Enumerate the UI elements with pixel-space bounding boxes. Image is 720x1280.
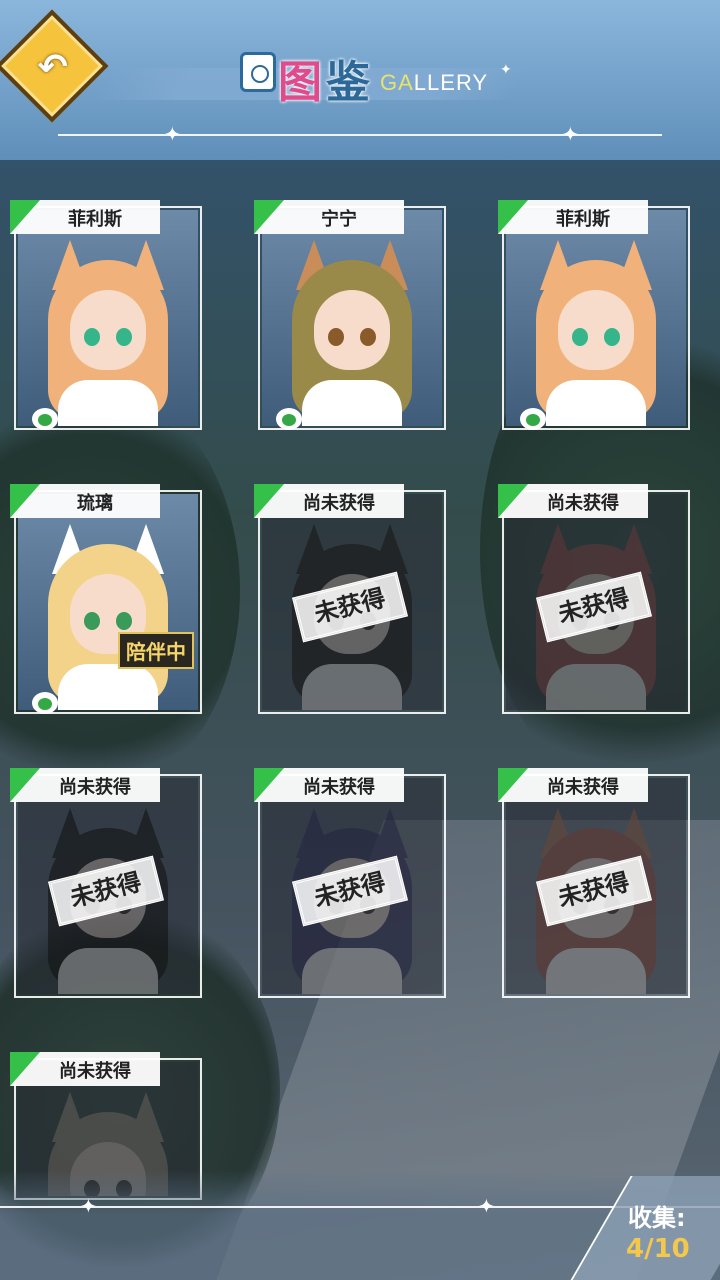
paw-icon xyxy=(520,408,546,430)
character-name-tag: 菲利斯 xyxy=(10,200,160,234)
character-name-tag: 菲利斯 xyxy=(498,200,648,234)
sparkle-icon: ✦ xyxy=(80,1194,97,1218)
paw-icon xyxy=(276,408,302,430)
gallery-book-icon xyxy=(240,52,276,92)
character-portrait xyxy=(262,210,442,426)
page-title-char-2: 鉴 xyxy=(326,57,370,108)
gallery-card[interactable]: 菲利斯 xyxy=(10,198,206,430)
character-portrait xyxy=(18,210,198,426)
character-name-tag: 尚未获得 xyxy=(254,484,404,518)
companion-badge: 陪伴中 xyxy=(118,632,194,669)
gallery-card[interactable]: 尚未获得 未获得 xyxy=(254,482,450,714)
character-portrait xyxy=(18,494,198,710)
page-title-en: GALLERY xyxy=(380,70,489,95)
sparkle-icon: ✦ xyxy=(164,122,181,146)
sparkle-icon: ✦ xyxy=(562,122,579,146)
collection-label: 收集: xyxy=(628,1204,686,1232)
gallery-card[interactable]: 菲利斯 xyxy=(498,198,694,430)
character-name-tag: 尚未获得 xyxy=(498,484,648,518)
character-name-tag: 尚未获得 xyxy=(254,768,404,802)
character-name-tag: 尚未获得 xyxy=(498,768,648,802)
page-title-char-1: 图 xyxy=(278,57,322,108)
gallery-card[interactable]: 尚未获得 未获得 xyxy=(498,766,694,998)
character-name-tag: 宁宁 xyxy=(254,200,404,234)
gallery-card[interactable]: 尚未获得 未获得 xyxy=(10,766,206,998)
character-portrait xyxy=(506,210,686,426)
character-name-tag: 尚未获得 xyxy=(10,768,160,802)
gallery-card[interactable]: 尚未获得 未获得 xyxy=(254,766,450,998)
sparkle-icon: ✦ xyxy=(478,1194,495,1218)
sparkle-icon: ✦ xyxy=(500,62,512,78)
character-name-tag: 尚未获得 xyxy=(10,1052,160,1086)
gallery-card[interactable]: 尚未获得 未获得 xyxy=(498,482,694,714)
gallery-card[interactable]: 宁宁 xyxy=(254,198,450,430)
collection-count: 4/10 xyxy=(626,1234,690,1264)
gallery-card[interactable]: 琉璃陪伴中 xyxy=(10,482,206,714)
paw-icon xyxy=(32,408,58,430)
paw-icon xyxy=(32,692,58,714)
character-name-tag: 琉璃 xyxy=(10,484,160,518)
back-arrow-icon: ↶ xyxy=(37,47,68,89)
